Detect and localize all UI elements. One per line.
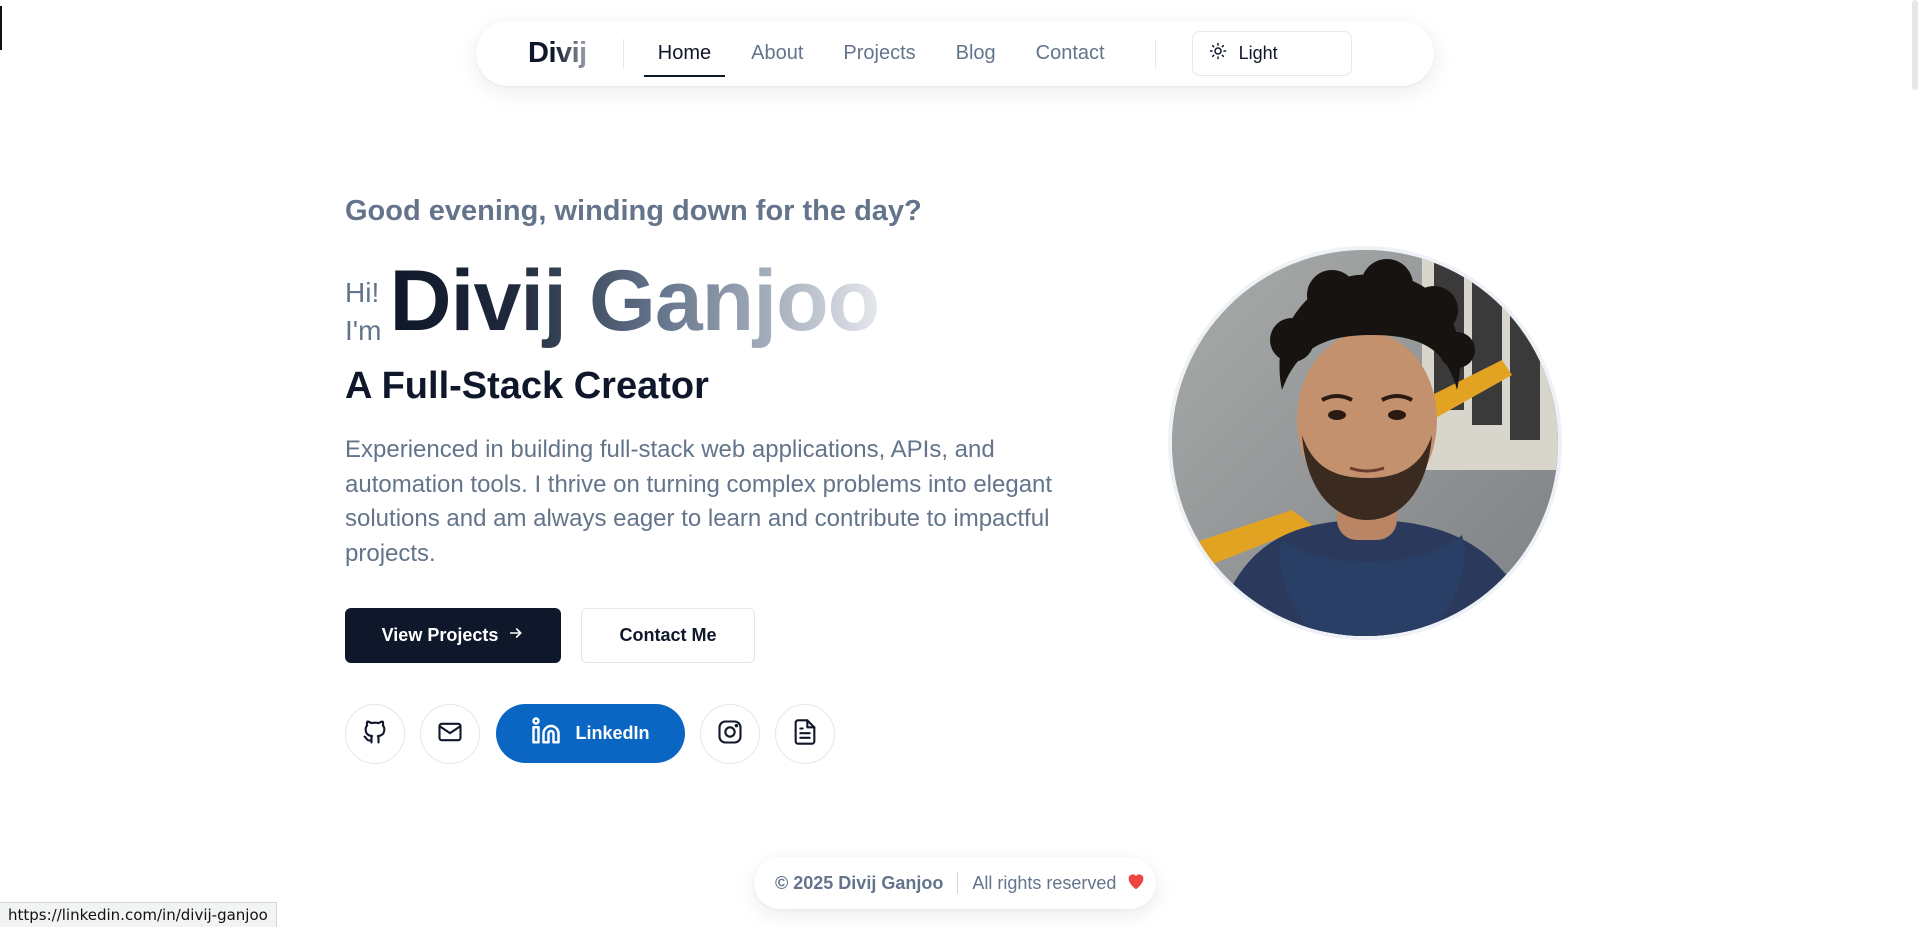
nav-links: Home About Projects Blog Contact xyxy=(643,36,1105,77)
copyright-text: © 2025 Divij Ganjoo xyxy=(775,872,944,893)
brand-logo[interactable]: Divij xyxy=(528,37,587,70)
profile-photo xyxy=(1168,246,1562,640)
footer-divider xyxy=(957,872,959,894)
view-projects-button[interactable]: View Projects xyxy=(345,608,561,663)
instagram-link[interactable] xyxy=(700,704,760,764)
linkedin-icon xyxy=(531,716,561,751)
sun-icon xyxy=(1209,42,1227,65)
nav-link-blog[interactable]: Blog xyxy=(956,36,996,71)
theme-toggle-label: Light xyxy=(1238,43,1278,63)
heart-icon xyxy=(1126,872,1146,895)
document-icon xyxy=(791,718,819,751)
linkedin-label: LinkedIn xyxy=(575,723,650,743)
hero-name: Divij Ganjoo xyxy=(389,258,880,352)
email-link[interactable] xyxy=(420,704,480,764)
arrow-right-icon xyxy=(508,625,524,646)
link-status-bar: https://linkedin.com/in/divij-ganjoo xyxy=(0,902,277,927)
rights-text: All rights reserved xyxy=(972,872,1117,893)
footer: © 2025 Divij Ganjoo All rights reserved xyxy=(754,857,1156,909)
navbar: Divij Home About Projects Blog Contact L… xyxy=(476,21,1434,86)
hi-line: Hi! xyxy=(345,277,380,308)
text-caret xyxy=(0,6,2,50)
greeting-text: Good evening, winding down for the day? xyxy=(345,195,922,227)
linkedin-link[interactable]: LinkedIn xyxy=(496,704,685,763)
contact-me-button[interactable]: Contact Me xyxy=(581,608,755,663)
hero-description: Experienced in building full-stack web a… xyxy=(345,436,1053,567)
scrollbar[interactable] xyxy=(1912,0,1918,90)
instagram-icon xyxy=(716,718,744,751)
github-icon xyxy=(361,718,389,751)
role-title: A Full-Stack Creator xyxy=(345,365,709,407)
view-projects-label: View Projects xyxy=(381,625,499,645)
mail-icon xyxy=(436,718,464,751)
nav-divider xyxy=(622,38,624,69)
nav-divider xyxy=(1154,38,1156,69)
theme-toggle-button[interactable]: Light xyxy=(1191,31,1352,76)
nav-link-about[interactable]: About xyxy=(751,36,803,71)
nav-link-home[interactable]: Home xyxy=(643,36,726,77)
nav-link-contact[interactable]: Contact xyxy=(1036,36,1105,71)
github-link[interactable] xyxy=(345,704,405,764)
hi-im-label: Hi! I'm xyxy=(345,274,381,350)
nav-link-projects[interactable]: Projects xyxy=(843,36,915,71)
resume-link[interactable] xyxy=(775,704,835,764)
im-line: I'm xyxy=(345,315,382,346)
intro-heading: Hi! I'm Divij Ganjoo xyxy=(345,258,880,352)
